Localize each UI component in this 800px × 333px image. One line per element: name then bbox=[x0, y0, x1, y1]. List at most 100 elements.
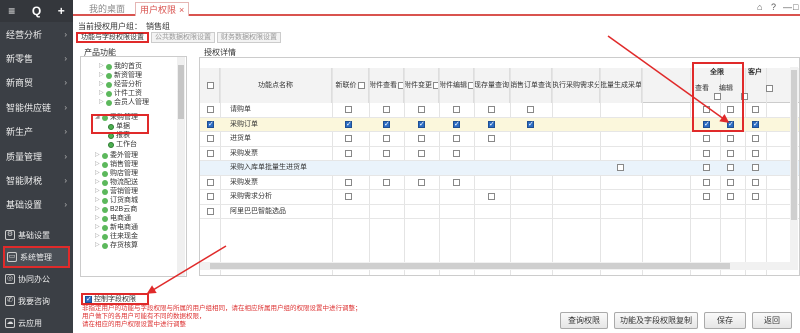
checkbox-checked[interactable] bbox=[418, 120, 425, 128]
grid-vertical-scrollbar[interactable] bbox=[790, 67, 798, 262]
home-icon[interactable]: ⌂ bbox=[757, 2, 762, 12]
checkbox[interactable] bbox=[345, 178, 352, 186]
tree-node[interactable]: ▷ 销售管理 bbox=[95, 160, 138, 169]
subtab-public-data[interactable]: 公共数据权限设置 bbox=[151, 32, 215, 43]
checkbox-checked[interactable] bbox=[488, 120, 495, 128]
checkbox-checked[interactable] bbox=[207, 120, 214, 128]
grid-horizontal-scrollbar[interactable] bbox=[200, 262, 798, 270]
checkbox[interactable] bbox=[727, 193, 734, 200]
checkbox[interactable] bbox=[207, 135, 214, 142]
close-icon[interactable]: × bbox=[179, 5, 184, 15]
subtab-function-field[interactable]: 功能与字段权限设置 bbox=[76, 32, 149, 43]
expand-icon[interactable]: ▷ bbox=[95, 160, 100, 169]
checkbox[interactable] bbox=[727, 178, 734, 186]
checkbox[interactable] bbox=[418, 135, 425, 142]
tree-node[interactable]: ▷ 新资管理 bbox=[99, 71, 142, 80]
tree-scroll-thumb[interactable] bbox=[178, 65, 184, 119]
nav-item-production[interactable]: 新生产 › bbox=[0, 120, 73, 144]
header-select-all-checkbox[interactable] bbox=[206, 81, 214, 89]
checkbox-checked[interactable] bbox=[453, 120, 460, 128]
checkbox[interactable] bbox=[727, 135, 734, 142]
checkbox[interactable] bbox=[207, 149, 214, 157]
nav-item-finance-tax[interactable]: 智能财税 › bbox=[0, 168, 73, 192]
tab-my-desktop[interactable]: 我的桌面 bbox=[89, 2, 125, 16]
grid-vscroll-thumb[interactable] bbox=[791, 70, 797, 220]
checkbox[interactable] bbox=[345, 149, 352, 157]
tree-node[interactable]: ▷ 存货核算 bbox=[95, 241, 138, 250]
expand-icon[interactable]: ▷ bbox=[99, 62, 104, 71]
tree-node[interactable]: ▷ B2B云商 bbox=[95, 205, 137, 214]
checkbox[interactable] bbox=[383, 106, 390, 113]
subtab-finance-data[interactable]: 财务数据权限设置 bbox=[217, 32, 281, 43]
table-row[interactable]: 阿里巴巴智能选品 bbox=[200, 205, 799, 219]
tree-node[interactable]: 工作台 bbox=[101, 140, 137, 149]
add-icon[interactable]: + bbox=[58, 4, 65, 18]
nav-item-supply-chain[interactable]: 智能供应链 › bbox=[0, 95, 73, 119]
checkbox[interactable] bbox=[453, 135, 460, 142]
expand-icon[interactable]: ▷ bbox=[99, 98, 104, 107]
checkbox[interactable] bbox=[752, 106, 759, 113]
expand-icon[interactable]: ▷ bbox=[95, 232, 100, 241]
checkbox[interactable] bbox=[703, 149, 710, 157]
checkbox[interactable] bbox=[488, 135, 495, 142]
checkbox[interactable] bbox=[345, 106, 352, 113]
tree-node[interactable]: ▷ 新电商通 bbox=[95, 223, 138, 232]
grid-hscroll-thumb[interactable] bbox=[210, 263, 730, 269]
bottom-item-consult[interactable]: ✆ 我要咨询 bbox=[0, 290, 73, 312]
help-icon[interactable]: ? bbox=[771, 2, 776, 12]
tree-node[interactable]: ▷ 电商通 bbox=[95, 214, 131, 223]
expand-icon[interactable]: ▷ bbox=[95, 205, 100, 214]
checkbox[interactable] bbox=[752, 193, 759, 200]
expand-icon[interactable]: ▷ bbox=[95, 178, 100, 187]
checkbox[interactable] bbox=[207, 106, 214, 113]
expand-icon[interactable]: ▷ bbox=[95, 214, 100, 223]
checkbox[interactable] bbox=[383, 149, 390, 157]
maximize-icon[interactable]: □ bbox=[793, 2, 798, 12]
checkbox-checked[interactable] bbox=[752, 120, 759, 128]
column-header-checkbox[interactable] bbox=[357, 81, 365, 89]
checkbox[interactable] bbox=[345, 193, 352, 200]
checkbox-checked[interactable] bbox=[345, 120, 352, 128]
checkbox[interactable] bbox=[617, 164, 624, 171]
checkbox-checked[interactable] bbox=[85, 295, 92, 303]
search-icon[interactable]: Q bbox=[32, 4, 41, 18]
checkbox[interactable] bbox=[727, 164, 734, 171]
checkbox[interactable] bbox=[418, 106, 425, 113]
expand-icon[interactable]: ▷ bbox=[95, 196, 100, 205]
menu-icon[interactable]: ≡ bbox=[8, 4, 15, 18]
checkbox[interactable] bbox=[207, 193, 214, 200]
minimize-icon[interactable]: — bbox=[783, 2, 792, 12]
bottom-item-basic-settings[interactable]: ⚙ 基础设置 bbox=[0, 224, 73, 246]
checkbox[interactable] bbox=[453, 149, 460, 157]
tree-node[interactable]: ▷ 委外管理 bbox=[95, 151, 138, 160]
back-button[interactable]: 返回 bbox=[752, 312, 792, 329]
expand-icon[interactable]: ▷ bbox=[95, 169, 100, 178]
checkbox[interactable] bbox=[703, 135, 710, 142]
checkbox[interactable] bbox=[752, 164, 759, 171]
checkbox[interactable] bbox=[488, 193, 495, 200]
tab-user-rights[interactable]: 用户权限 × bbox=[135, 2, 190, 16]
bottom-item-collaboration[interactable]: ◎ 协同办公 bbox=[0, 268, 73, 290]
tree-node[interactable]: ▷ 会员人管理 bbox=[99, 98, 149, 107]
checkbox[interactable] bbox=[207, 207, 214, 215]
tree-node[interactable]: ▷ 订货商城 bbox=[95, 196, 138, 205]
checkbox-checked[interactable] bbox=[527, 120, 534, 128]
nav-item-new-retail[interactable]: 新零售 › bbox=[0, 46, 73, 70]
checkbox[interactable] bbox=[703, 193, 710, 200]
bottom-item-cloud-apps[interactable]: ☁ 云应用 bbox=[0, 312, 73, 333]
tree-scrollbar[interactable] bbox=[177, 57, 185, 276]
tree-node[interactable]: ▷ 我的首页 bbox=[99, 62, 142, 71]
table-row[interactable]: 进货单 bbox=[200, 132, 799, 147]
nav-item-business-analysis[interactable]: 经营分析 › bbox=[0, 22, 73, 46]
table-row[interactable]: 采购发票 bbox=[200, 147, 799, 161]
checkbox[interactable] bbox=[418, 149, 425, 157]
checkbox[interactable] bbox=[527, 106, 534, 113]
nav-item-quality[interactable]: 质量管理 › bbox=[0, 144, 73, 168]
expand-icon[interactable]: ▷ bbox=[95, 187, 100, 196]
copy-rights-button[interactable]: 功能及字段权限复制 bbox=[614, 312, 698, 329]
nav-item-new-trade[interactable]: 新商贸 › bbox=[0, 71, 73, 95]
expand-icon[interactable]: ▷ bbox=[95, 223, 100, 232]
expand-icon[interactable]: ▷ bbox=[99, 80, 104, 89]
checkbox[interactable] bbox=[207, 178, 214, 186]
save-button[interactable]: 保存 bbox=[704, 312, 746, 329]
